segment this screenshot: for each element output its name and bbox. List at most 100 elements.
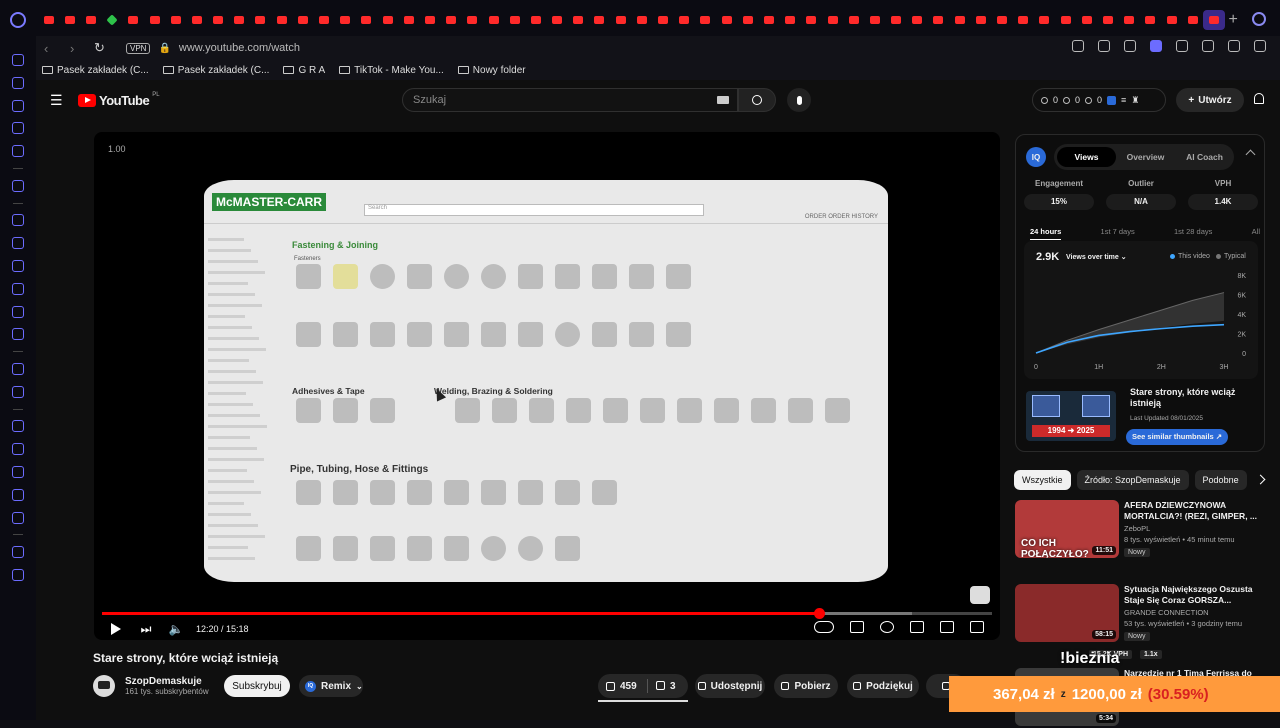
browser-tab[interactable]: [1182, 10, 1203, 30]
theater-mode-icon[interactable]: [940, 621, 954, 633]
chip-similar[interactable]: Podobne: [1194, 470, 1247, 490]
instagram-icon[interactable]: [12, 282, 24, 295]
dislike-button[interactable]: 3: [648, 680, 676, 692]
arrow-icon[interactable]: [12, 179, 24, 192]
browser-tab[interactable]: [991, 10, 1012, 30]
thumbnail-preview[interactable]: 1994 ➜ 2025: [1026, 391, 1116, 441]
messenger-icon[interactable]: [12, 237, 24, 250]
notes-icon[interactable]: [12, 122, 24, 135]
create-button[interactable]: + Utwórz: [1176, 88, 1244, 112]
browser-tab[interactable]: [737, 10, 758, 30]
browser-tab[interactable]: [1076, 10, 1097, 30]
list-icon[interactable]: ≡: [1121, 95, 1126, 105]
browser-tab[interactable]: [504, 10, 525, 30]
browser-tab[interactable]: [970, 10, 991, 30]
play-button[interactable]: [108, 621, 124, 637]
download-button[interactable]: Pobierz: [774, 674, 838, 698]
search-button[interactable]: [738, 88, 776, 112]
collapse-chevron-icon[interactable]: [1245, 149, 1256, 160]
notifications-bell-icon[interactable]: [1254, 93, 1264, 104]
bookmark-item[interactable]: Nowy folder: [457, 65, 526, 76]
browser-tab[interactable]: [398, 10, 419, 30]
browser-tab[interactable]: [525, 10, 546, 30]
browser-tab[interactable]: [780, 10, 801, 30]
browser-tab[interactable]: [1140, 10, 1161, 30]
browser-tab[interactable]: [589, 10, 610, 30]
next-button[interactable]: ⏭: [138, 621, 154, 637]
browser-tab[interactable]: [568, 10, 589, 30]
zoom-icon[interactable]: [1072, 40, 1084, 52]
settings-icon[interactable]: [12, 511, 24, 524]
browser-tab[interactable]: [843, 10, 864, 30]
similar-thumbnails-button[interactable]: See similar thumbnails ↗: [1126, 429, 1228, 445]
chevron-right-icon[interactable]: [1255, 474, 1266, 485]
browser-tab[interactable]: [695, 10, 716, 30]
shield-icon[interactable]: [1150, 40, 1162, 52]
tab-search-icon[interactable]: [1252, 12, 1266, 26]
browser-tab[interactable]: [38, 10, 59, 30]
browser-tab[interactable]: [123, 10, 144, 30]
lock-icon[interactable]: 🔒: [158, 43, 170, 54]
subtitles-icon[interactable]: [850, 621, 864, 633]
opera-icon[interactable]: [12, 546, 24, 559]
browser-tab[interactable]: [610, 10, 631, 30]
youtube-logo[interactable]: YouTube PL: [78, 92, 160, 108]
chip-all[interactable]: Wszystkie: [1014, 470, 1071, 490]
progress-bar[interactable]: [102, 608, 992, 619]
browser-tab[interactable]: [377, 10, 398, 30]
recommendation-title[interactable]: AFERA DZIEWCZYNOWA MORTALCIA?! (REZI, GI…: [1124, 500, 1260, 522]
browser-tab[interactable]: [292, 10, 313, 30]
browser-tab[interactable]: [674, 10, 695, 30]
browser-tab[interactable]: [186, 10, 207, 30]
autoplay-toggle[interactable]: [814, 621, 834, 633]
browser-tab[interactable]: [144, 10, 165, 30]
x-icon[interactable]: [12, 305, 24, 318]
range-28d[interactable]: 1st 28 days: [1174, 227, 1212, 240]
bot-icon[interactable]: [12, 99, 24, 112]
range-24h[interactable]: 24 hours: [1030, 227, 1062, 240]
range-all[interactable]: All: [1252, 227, 1260, 240]
browser-tab[interactable]: [229, 10, 250, 30]
browser-tab[interactable]: [250, 10, 271, 30]
tab-overview[interactable]: Overview: [1116, 147, 1175, 167]
m-icon[interactable]: [12, 145, 24, 158]
vpn-badge[interactable]: VPN: [126, 42, 151, 54]
recommendation-channel[interactable]: ZeboPL: [1124, 524, 1150, 533]
mail-icon[interactable]: [12, 54, 24, 66]
channel-watermark-icon[interactable]: [970, 586, 990, 604]
volume-icon[interactable]: 🔈: [168, 621, 184, 637]
recommendation-item[interactable]: 58:15 Sytuacja Największego Oszusta Staj…: [1015, 584, 1265, 644]
browser-tab[interactable]: [271, 10, 292, 30]
bookmark-item[interactable]: TikTok - Make You...: [339, 65, 444, 76]
browser-tab[interactable]: [1097, 10, 1118, 30]
download-icon[interactable]: [1176, 40, 1188, 52]
fullscreen-icon[interactable]: [970, 621, 984, 633]
recommendation-item[interactable]: CO ICH POŁĄCZYŁO? 11:51 AFERA DZIEWCZYNO…: [1015, 500, 1265, 560]
channel-avatar[interactable]: [93, 675, 115, 697]
browser-tab[interactable]: [1203, 10, 1225, 30]
browser-tab[interactable]: [1013, 10, 1034, 30]
browser-tab[interactable]: [59, 10, 80, 30]
pin-icon[interactable]: [1098, 40, 1110, 52]
heart-icon[interactable]: [12, 420, 24, 433]
recommendation-title[interactable]: Sytuacja Największego Oszusta Staje Się …: [1124, 584, 1260, 606]
puzzle-icon[interactable]: [12, 488, 24, 501]
gx-icon[interactable]: [12, 568, 24, 581]
twitch-icon[interactable]: [12, 214, 24, 227]
new-tab-icon[interactable]: +: [1229, 11, 1238, 29]
extension-stats-pill[interactable]: 0 0 0 ≡ ♜: [1032, 88, 1166, 112]
tab-ai-coach[interactable]: AI Coach: [1175, 147, 1234, 167]
chip-source[interactable]: Źródło: SzopDemaskuje: [1076, 470, 1189, 490]
subscribe-button[interactable]: Subskrybuj: [224, 675, 290, 697]
recommendation-thumbnail[interactable]: 58:15: [1015, 584, 1119, 642]
browser-tab[interactable]: [716, 10, 737, 30]
history-icon[interactable]: [12, 76, 24, 89]
url-field[interactable]: www.youtube.com/watch: [179, 42, 300, 54]
browser-tab[interactable]: [1161, 10, 1182, 30]
remix-button[interactable]: IQ Remix ⌄: [299, 675, 363, 697]
browser-tab[interactable]: [441, 10, 462, 30]
spotify-icon[interactable]: [12, 362, 24, 375]
range-7d[interactable]: 1st 7 days: [1101, 227, 1135, 240]
browser-tab[interactable]: [907, 10, 928, 30]
telegram-icon[interactable]: [12, 259, 24, 272]
